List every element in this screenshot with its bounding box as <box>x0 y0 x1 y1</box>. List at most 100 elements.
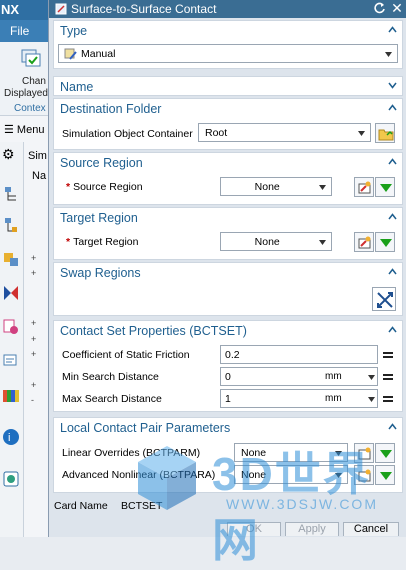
static-friction-value: 0.2 <box>225 349 240 361</box>
linear-overrides-expand-button[interactable] <box>375 443 395 463</box>
target-region-dropdown[interactable]: None <box>220 232 332 251</box>
dialog-title-bar[interactable]: Surface-to-Surface Contact ✕ <box>49 0 406 18</box>
chevron-down-icon[interactable] <box>388 82 397 89</box>
palette-icon[interactable] <box>2 386 20 404</box>
history-icon[interactable] <box>2 352 20 370</box>
section-title: Contact Set Properties (BCTSET) <box>60 324 247 338</box>
destination-folder-section-header[interactable]: Destination Folder <box>54 99 402 119</box>
system-materials-icon[interactable] <box>2 470 20 488</box>
advanced-nonlinear-expand-button[interactable] <box>375 465 395 485</box>
advanced-nonlinear-dropdown[interactable]: None <box>234 465 348 484</box>
swap-regions-button[interactable] <box>372 287 396 311</box>
assembly-navigator-icon[interactable] <box>2 185 20 203</box>
create-region-button[interactable] <box>354 177 374 197</box>
reset-icon[interactable] <box>373 2 386 15</box>
chevron-up-icon[interactable] <box>388 423 397 430</box>
change-displayed-icon[interactable] <box>20 47 42 69</box>
target-region-section-header[interactable]: Target Region <box>54 208 402 228</box>
region-expand-button[interactable] <box>375 177 395 197</box>
create-modeling-object-icon <box>358 469 371 482</box>
menu-button[interactable]: ☰ Menu <box>4 123 44 136</box>
green-triangle-down-icon <box>380 472 392 480</box>
chevron-down-icon <box>368 397 375 402</box>
required-asterisk: * <box>66 236 71 248</box>
linear-overrides-dropdown[interactable]: None <box>234 443 348 462</box>
source-region-dropdown[interactable]: None <box>220 177 332 196</box>
linear-overrides-label: Linear Overrides (BCTPARM) <box>62 447 201 459</box>
tree-expander[interactable]: + <box>31 318 36 328</box>
apply-button[interactable]: Apply <box>285 522 339 536</box>
source-region-label-text: Source Region <box>73 181 143 193</box>
dialog-footer: Card Name BCTSET OK Apply Cancel <box>49 496 406 537</box>
tree-expander[interactable]: + <box>31 253 36 263</box>
region-expand-button[interactable] <box>375 232 395 252</box>
swap-regions-section-header[interactable]: Swap Regions <box>54 263 402 283</box>
create-region-button[interactable] <box>354 232 374 252</box>
gear-icon[interactable]: ⚙ <box>2 146 20 164</box>
section-title: Local Contact Pair Parameters <box>60 421 231 435</box>
target-region-label-text: Target Region <box>73 236 139 248</box>
equals-formula-icon[interactable] <box>380 369 396 385</box>
chevron-down-icon <box>335 473 342 478</box>
green-triangle-down-icon <box>380 239 392 247</box>
chevron-up-icon[interactable] <box>388 104 397 111</box>
advanced-nonlinear-value: None <box>241 469 267 481</box>
type-dropdown[interactable]: Manual <box>58 44 398 63</box>
static-friction-input[interactable]: 0.2 <box>220 345 378 364</box>
constraint-navigator-icon[interactable] <box>2 284 20 302</box>
static-friction-label: Coefficient of Static Friction <box>62 349 190 361</box>
chevron-down-icon <box>319 185 326 190</box>
contact-set-properties-section: Contact Set Properties (BCTSET) Coeffici… <box>53 320 403 412</box>
ok-button[interactable]: OK <box>227 522 281 536</box>
chevron-down-icon <box>335 451 342 456</box>
simulation-object-container-value: Root <box>205 127 228 139</box>
part-navigator-icon[interactable] <box>2 216 20 234</box>
tree-expander[interactable]: + <box>31 349 36 359</box>
equals-formula-icon[interactable] <box>380 347 396 363</box>
roles-icon[interactable] <box>2 318 20 336</box>
tree-expander[interactable]: - <box>31 395 34 405</box>
cancel-button[interactable]: Cancel <box>343 522 399 536</box>
create-modeling-object-button[interactable] <box>354 465 374 485</box>
min-search-distance-value: 0 <box>225 371 231 383</box>
web-browser-icon[interactable]: i <box>2 428 20 446</box>
local-contact-pair-section-header[interactable]: Local Contact Pair Parameters <box>54 418 402 438</box>
min-search-unit-dropdown[interactable]: mm <box>325 369 375 386</box>
tree-expander[interactable]: + <box>31 334 36 344</box>
max-search-unit-dropdown[interactable]: mm <box>325 391 375 408</box>
chevron-up-icon[interactable] <box>388 26 397 33</box>
type-section-header[interactable]: Type <box>54 21 402 41</box>
min-search-distance-input[interactable]: 0 mm <box>220 367 378 386</box>
close-icon[interactable]: ✕ <box>390 1 404 15</box>
folder-browse-button[interactable] <box>375 123 395 143</box>
chevron-up-icon[interactable] <box>388 326 397 333</box>
name-section-header[interactable]: Name <box>54 77 402 97</box>
create-modeling-object-button[interactable] <box>354 443 374 463</box>
chevron-up-icon[interactable] <box>388 268 397 275</box>
chevron-up-icon[interactable] <box>388 158 397 165</box>
folder-icon <box>378 129 394 141</box>
tree-expander[interactable]: + <box>31 268 36 278</box>
section-title: Type <box>60 24 88 38</box>
advanced-nonlinear-label: Advanced Nonlinear (BCTPARA) <box>62 469 216 481</box>
card-name-value: BCTSET <box>121 500 163 512</box>
target-region-label: * Target Region <box>66 236 138 248</box>
contact-set-properties-section-header[interactable]: Contact Set Properties (BCTSET) <box>54 321 402 341</box>
simulation-object-container-dropdown[interactable]: Root <box>198 123 371 142</box>
simulation-object-container-label: Simulation Object Container <box>62 128 193 140</box>
menu-icon: ☰ <box>4 124 17 136</box>
create-modeling-object-icon <box>358 447 371 460</box>
tree-expander[interactable]: + <box>31 380 36 390</box>
destination-folder-section: Destination Folder Simulation Object Con… <box>53 98 403 150</box>
app-title-bar: NX <box>0 0 48 20</box>
max-search-distance-input[interactable]: 1 mm <box>220 389 378 408</box>
reuse-library-icon[interactable] <box>2 250 20 268</box>
chevron-up-icon[interactable] <box>388 213 397 220</box>
source-region-value: None <box>254 181 280 193</box>
equals-formula-icon[interactable] <box>380 391 396 407</box>
manual-type-icon <box>64 48 77 60</box>
section-title: Target Region <box>60 211 138 225</box>
file-menu[interactable]: File <box>10 24 29 38</box>
source-region-section-header[interactable]: Source Region <box>54 153 402 173</box>
type-section: Type Manual <box>53 20 403 69</box>
